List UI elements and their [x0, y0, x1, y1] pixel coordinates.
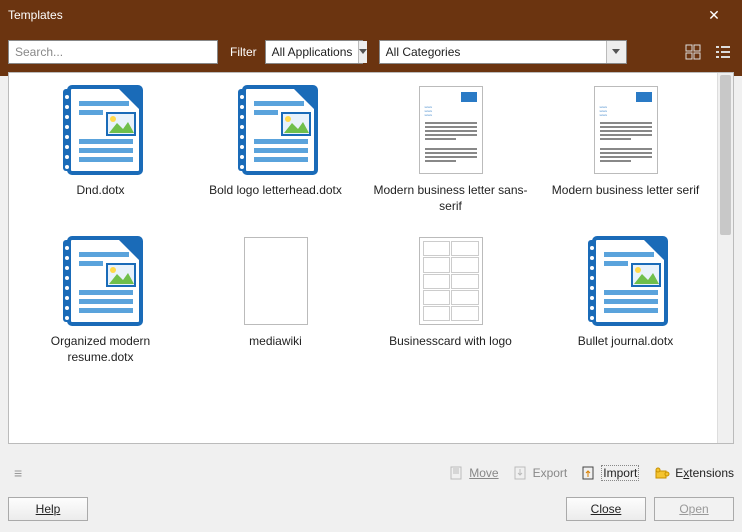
titlebar: Templates ✕ — [0, 0, 742, 30]
template-item[interactable]: Bullet journal.dotx — [540, 234, 711, 365]
extensions-icon — [653, 465, 671, 481]
menu-icon[interactable]: ≡ — [14, 465, 23, 481]
export-label: Export — [533, 466, 568, 480]
thumbnail-view-button[interactable] — [682, 41, 704, 63]
template-item[interactable]: Businesscard with logo — [365, 234, 536, 365]
action-bar: ≡ Move Export Import Extensions — [8, 458, 734, 488]
import-icon — [581, 465, 597, 481]
template-item[interactable]: Organized modern resume.dotx — [15, 234, 186, 365]
import-label: Import — [601, 465, 639, 481]
template-thumbnail: xxxxxxxxxxxxxxx — [401, 83, 501, 177]
move-label: Move — [469, 466, 498, 480]
template-item[interactable]: xxxxxxxxxxxxxxx Modern business letter sa… — [365, 83, 536, 214]
move-action[interactable]: Move — [449, 465, 498, 481]
template-label: Modern business letter serif — [552, 183, 699, 199]
window-title: Templates — [8, 8, 694, 22]
help-button[interactable]: Help — [8, 497, 88, 521]
template-grid-container: Dnd.dotx Bold logo letterhead.dotx xxxxxxx… — [8, 72, 734, 444]
import-action[interactable]: Import — [581, 465, 639, 481]
template-label: Modern business letter sans-serif — [367, 183, 535, 214]
template-item[interactable]: xxxxxxxxxxxxxxx Modern business letter se… — [540, 83, 711, 214]
writer-template-icon — [57, 83, 145, 177]
move-icon — [449, 465, 465, 481]
template-grid: Dnd.dotx Bold logo letterhead.dotx xxxxxxx… — [9, 73, 717, 443]
template-thumbnail — [226, 83, 326, 177]
template-thumbnail — [576, 234, 676, 328]
application-filter-combo[interactable]: All Applications — [265, 40, 363, 64]
writer-template-icon — [57, 234, 145, 328]
template-item[interactable]: Dnd.dotx — [15, 83, 186, 214]
template-thumbnail — [401, 234, 501, 328]
open-button[interactable]: Open — [654, 497, 734, 521]
template-thumbnail: xxxxxxxxxxxxxxx — [576, 83, 676, 177]
filter-bar: Filter All Applications All Categories — [0, 30, 742, 76]
scroll-thumb[interactable] — [720, 75, 731, 235]
category-filter-combo[interactable]: All Categories — [379, 40, 627, 64]
list-view-button[interactable] — [712, 41, 734, 63]
blank-thumbnail — [244, 237, 308, 325]
chevron-down-icon[interactable] — [358, 41, 367, 63]
chevron-down-icon[interactable] — [606, 41, 626, 63]
export-action[interactable]: Export — [513, 465, 568, 481]
application-filter-value: All Applications — [266, 45, 359, 59]
search-input[interactable] — [8, 40, 218, 64]
close-button[interactable]: Close — [566, 497, 646, 521]
export-icon — [513, 465, 529, 481]
template-item[interactable]: Bold logo letterhead.dotx — [190, 83, 361, 214]
writer-template-icon — [582, 234, 670, 328]
template-thumbnail — [226, 234, 326, 328]
template-label: Dnd.dotx — [76, 183, 124, 199]
template-item[interactable]: mediawiki — [190, 234, 361, 365]
filter-label: Filter — [230, 45, 257, 59]
template-thumbnail — [51, 234, 151, 328]
template-label: Bold logo letterhead.dotx — [209, 183, 342, 199]
businesscard-thumbnail — [419, 237, 483, 325]
template-thumbnail — [51, 83, 151, 177]
template-label: Businesscard with logo — [389, 334, 512, 350]
button-bar: Help Close Open — [8, 494, 734, 524]
close-icon[interactable]: ✕ — [694, 7, 734, 24]
template-label: mediawiki — [249, 334, 302, 350]
category-filter-value: All Categories — [380, 45, 606, 59]
extensions-action[interactable]: Extensions — [653, 465, 734, 481]
template-label: Bullet journal.dotx — [578, 334, 673, 350]
extensions-label: Extensions — [675, 466, 734, 480]
document-thumbnail: xxxxxxxxxxxxxxx — [594, 86, 658, 174]
template-label: Organized modern resume.dotx — [17, 334, 185, 365]
document-thumbnail: xxxxxxxxxxxxxxx — [419, 86, 483, 174]
scrollbar[interactable] — [717, 73, 733, 443]
writer-template-icon — [232, 83, 320, 177]
